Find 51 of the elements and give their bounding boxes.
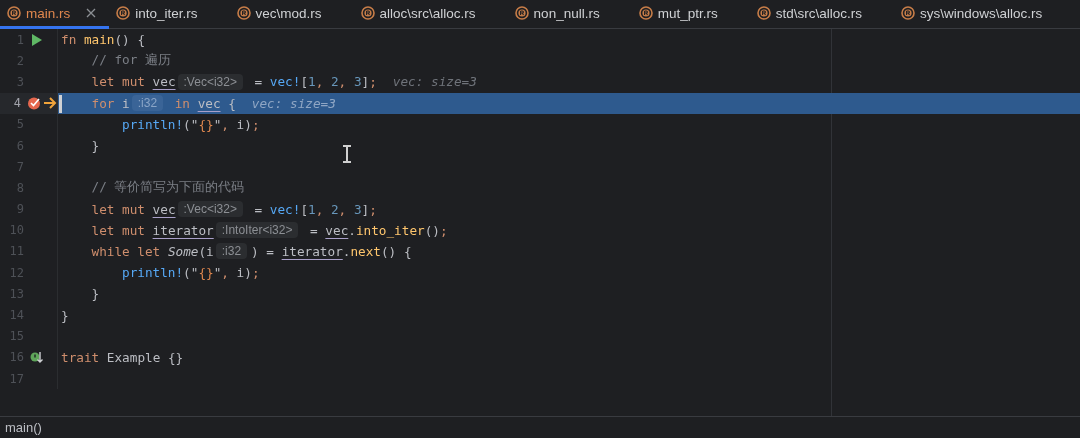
file-tab[interactable]: non_null.rs [507, 0, 632, 29]
file-tab[interactable]: into_iter.rs [109, 0, 230, 29]
code-text: for i [91, 95, 130, 111]
code-text: // 等价简写为下面的代码 [91, 179, 245, 197]
code-text: = vec.into_iter(); [309, 222, 448, 238]
code-text: } [61, 307, 69, 323]
rust-file-icon [116, 6, 131, 20]
code-text: let mut vec [91, 74, 176, 90]
code-text: } [91, 286, 100, 302]
file-tab[interactable]: alloc\src\alloc.rs [353, 0, 508, 29]
code-text: while let Some(i [91, 243, 214, 259]
file-tab[interactable]: mut_ptr.rs [631, 0, 750, 29]
close-icon[interactable] [85, 7, 98, 19]
rust-file-icon [900, 6, 915, 20]
code-text: fn main() { [61, 32, 146, 48]
rust-file-icon [514, 6, 529, 20]
code-text: = vec![1, 2, 3]; [253, 74, 377, 90]
text-caret [59, 95, 62, 114]
code-text: ) = iterator.next() { [251, 243, 412, 259]
code-text: trait Example {} [61, 349, 184, 365]
file-tab[interactable]: std\src\alloc.rs [749, 0, 894, 29]
type-hint: :i32 [131, 95, 164, 112]
breakpoint-icon[interactable] [27, 96, 41, 111]
implementation-icon[interactable] [30, 350, 44, 364]
type-hint: :i32 [215, 243, 248, 260]
type-hint: :IntoIter<i32> [215, 222, 299, 239]
type-hint: :Vec<i32> [177, 73, 243, 90]
code-text: in vec { [173, 95, 236, 111]
file-tab[interactable]: main.rs [0, 0, 110, 29]
code-text: // for 遍历 [91, 52, 171, 70]
code-text: let mut vec [91, 201, 176, 217]
debug-value: vec: size=3 [251, 95, 336, 111]
rust-file-icon [638, 6, 653, 20]
rust-file-icon [236, 6, 251, 20]
code-text: println!("{}", i); [122, 116, 260, 132]
rust-file-icon [360, 6, 375, 20]
breadcrumb[interactable]: main() [5, 420, 42, 435]
file-tab[interactable]: sys\windows\alloc.rs [893, 0, 1075, 29]
line-number: 4 [12, 96, 21, 111]
code-text: = vec![1, 2, 3]; [253, 201, 377, 217]
rust-file-icon [7, 6, 21, 20]
text-cursor-icon [342, 145, 352, 163]
file-tab[interactable]: vec\mod.rs [229, 0, 354, 29]
code-text: let mut iterator [91, 222, 214, 238]
execution-arrow-icon[interactable] [43, 96, 57, 111]
debug-value: vec: size=3 [392, 74, 477, 90]
code-text: } [91, 138, 100, 154]
code-text: println!("{}", i); [122, 265, 260, 281]
run-icon[interactable] [30, 32, 44, 47]
type-hint: :Vec<i32> [177, 201, 243, 218]
rust-file-icon [756, 6, 771, 20]
